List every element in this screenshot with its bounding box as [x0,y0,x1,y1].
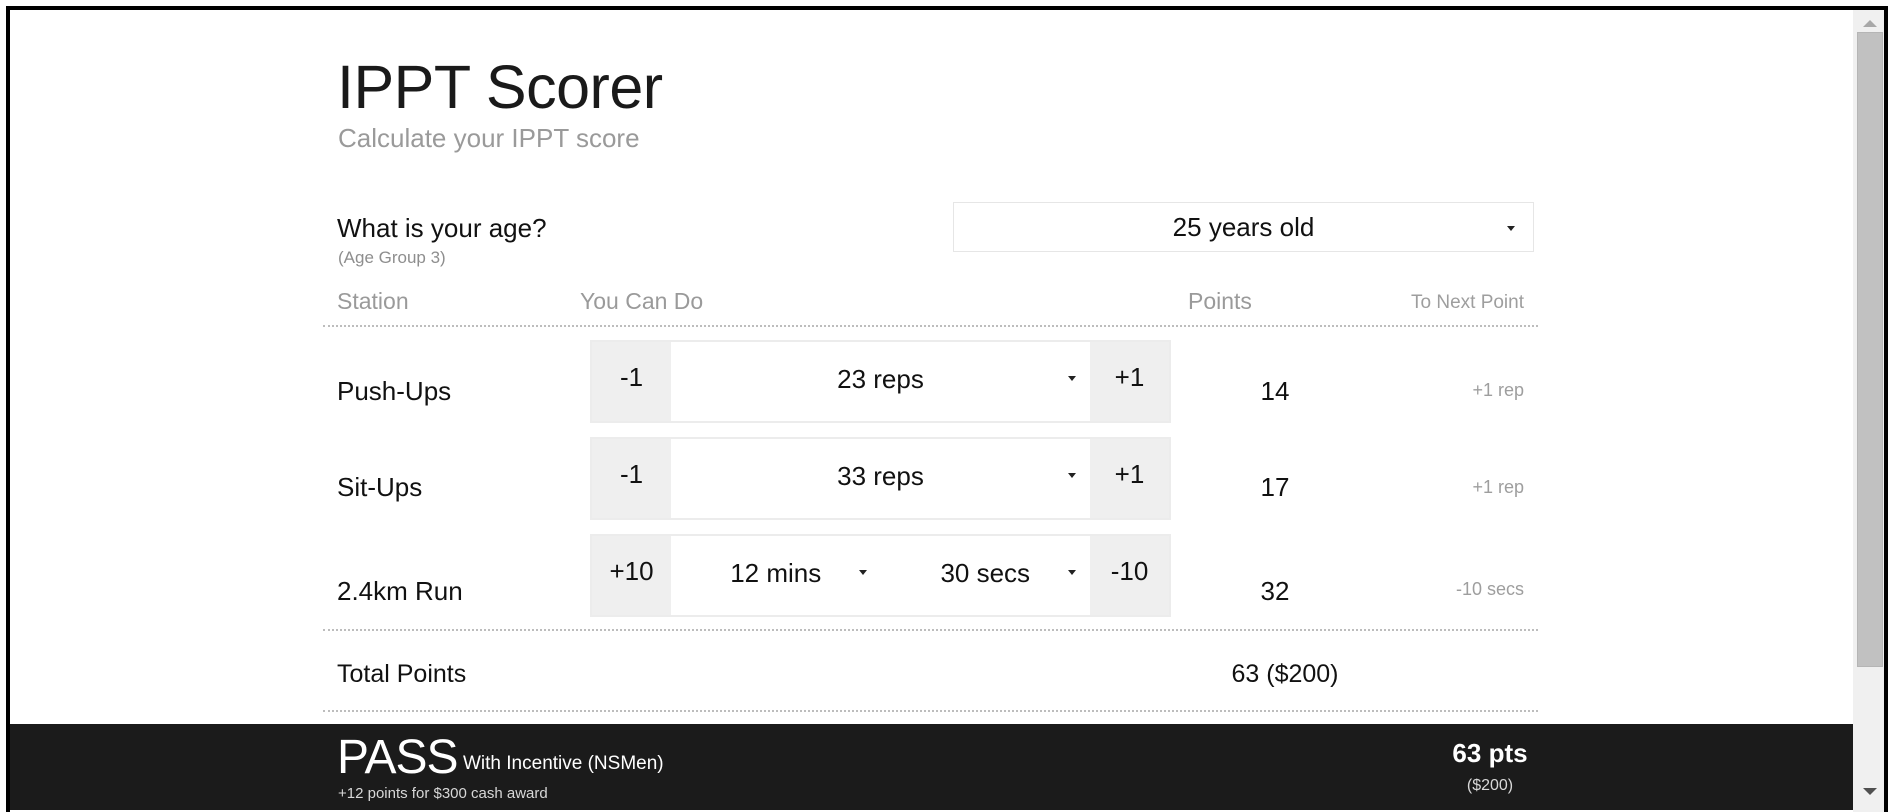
pushups-increment-button[interactable]: +1 [1090,342,1169,421]
result-status: PASS [337,731,458,784]
run-to-next: -10 secs [1455,579,1524,599]
pushups-stepper: -1 23 reps +1 [590,340,1171,423]
age-question: What is your age? [337,213,547,243]
header-you-can-do: You Can Do [580,288,704,314]
situps-select[interactable]: 33 reps [671,439,1090,518]
station-run-label: 2.4km Run [337,576,463,606]
age-select[interactable]: 25 years old [953,202,1534,252]
pushups-points: 14 [1260,376,1290,406]
page-subtitle: Calculate your IPPT score [338,123,640,153]
situps-stepper: -1 33 reps +1 [590,437,1171,520]
header-to-next-point: To Next Point [1411,292,1524,313]
total-points-label: Total Points [337,660,467,688]
situps-select-value: 33 reps [837,461,924,491]
situps-increment-button[interactable]: +1 [1090,439,1169,518]
divider [323,710,1538,712]
run-minutes-value: 12 mins [730,558,822,588]
situps-points: 17 [1260,472,1290,502]
browser-frame: IPPT Scorer Calculate your IPPT score Wh… [6,6,1888,812]
scroll-down-arrow-icon[interactable] [1863,788,1877,795]
age-select-value: 25 years old [1172,211,1315,242]
chevron-down-icon [1068,570,1076,575]
total-points-value: 63 ($200) [1231,660,1339,688]
scrollbar-thumb[interactable] [1857,32,1883,667]
footer-points: 63 pts [1452,738,1528,768]
pushups-select[interactable]: 23 reps [671,342,1090,421]
situps-to-next: +1 rep [1472,477,1524,497]
page-title: IPPT Scorer [337,53,663,121]
station-situps-label: Sit-Ups [337,472,423,502]
pushups-to-next: +1 rep [1472,380,1524,400]
run-subtract-time-button[interactable]: -10 [1090,536,1169,615]
run-stepper: +10 12 mins 30 secs -10 [590,534,1171,617]
chevron-down-icon [1507,226,1515,231]
result-footer: PASS With Incentive (NSMen) +12 points f… [10,724,1853,810]
age-group-label: (Age Group 3) [338,248,446,267]
chevron-down-icon [858,570,867,575]
pushups-decrement-button[interactable]: -1 [592,342,671,421]
header-points: Points [1188,288,1252,314]
chevron-down-icon [1068,473,1076,478]
vertical-scrollbar[interactable] [1853,10,1884,812]
chevron-down-icon [1068,376,1076,381]
run-seconds-value: 30 secs [940,558,1031,588]
pushups-select-value: 23 reps [837,364,924,394]
station-pushups-label: Push-Ups [337,376,452,406]
scroll-up-arrow-icon[interactable] [1863,20,1877,27]
divider [323,325,1538,327]
run-points: 32 [1260,576,1290,606]
run-add-time-button[interactable]: +10 [592,536,671,615]
result-detail: With Incentive (NSMen) [463,753,664,774]
run-minutes-select[interactable]: 12 mins [671,536,881,615]
footer-money: ($200) [1466,777,1514,794]
run-seconds-select[interactable]: 30 secs [881,536,1091,615]
header-station: Station [337,288,409,314]
situps-decrement-button[interactable]: -1 [592,439,671,518]
page-viewport: IPPT Scorer Calculate your IPPT score Wh… [10,10,1853,812]
divider [323,629,1538,631]
result-note: +12 points for $300 cash award [338,785,548,802]
